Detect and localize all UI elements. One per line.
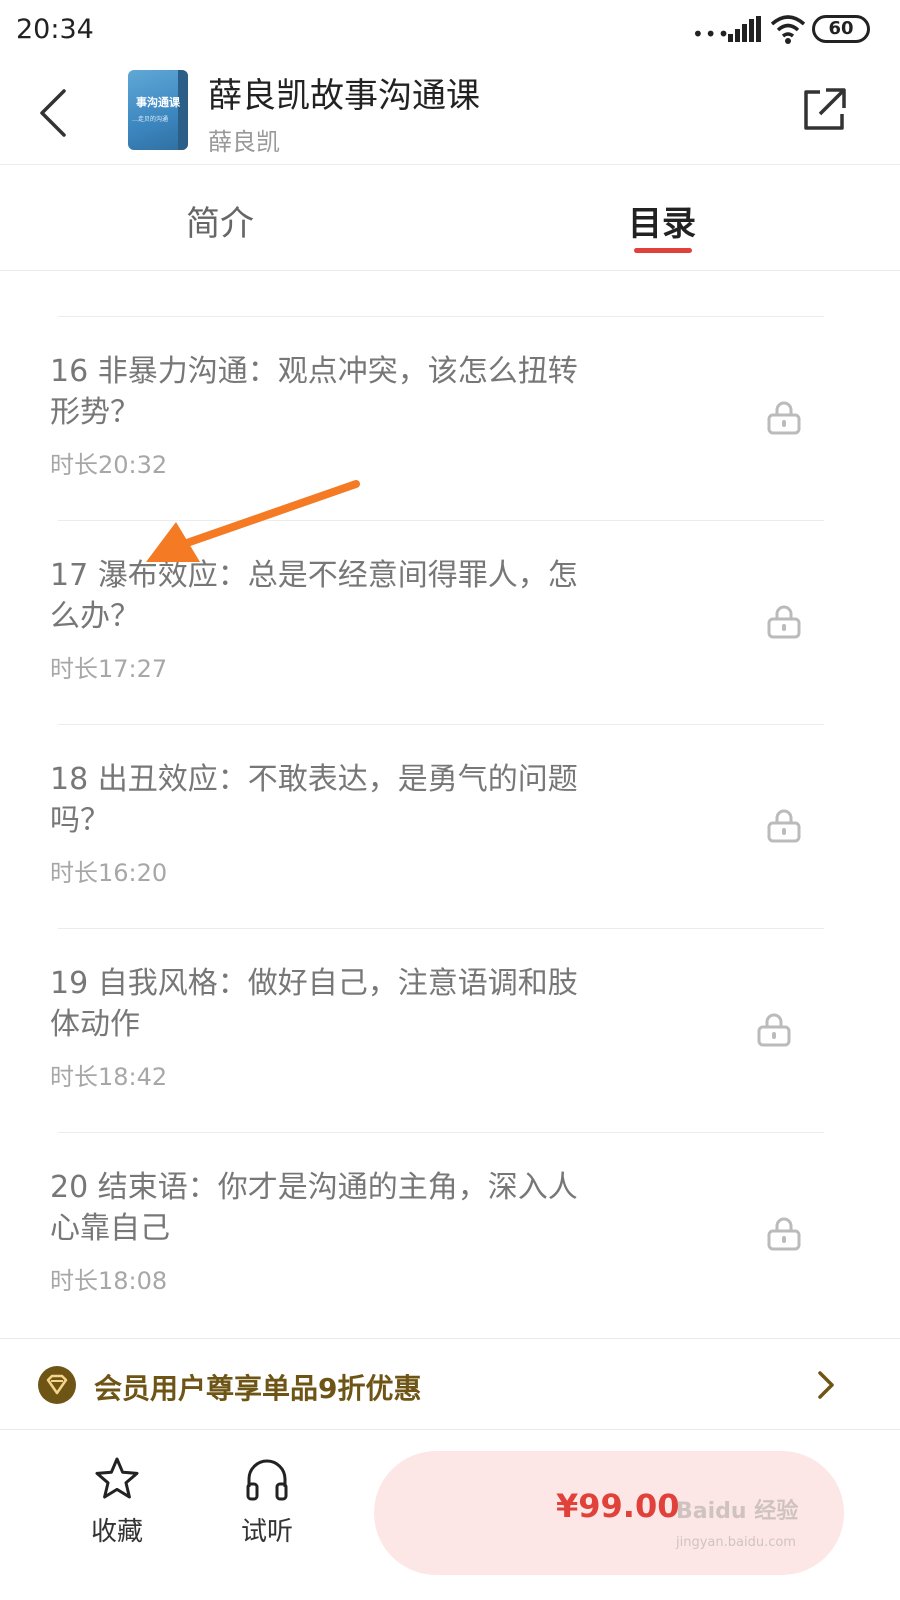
course-title: 薛良凯故事沟通课 [208,76,480,116]
annotation-arrow-icon [146,480,360,562]
episode-title: 20 结束语：你才是沟通的主角，深入人心靠自己 [50,1170,578,1246]
trial-listen-label: 试听 [240,1517,293,1547]
star-icon [95,1457,139,1499]
cover-spine [178,70,188,150]
tab-bar: 简介 目录 [0,166,900,271]
watermark-url: jingyan.baidu.com [676,1535,796,1550]
vip-badge-icon [38,1366,76,1404]
lock-icon [767,605,801,639]
watermark: Baidu 经验 [676,1499,799,1524]
chevron-right-icon [818,1371,834,1399]
active-tab-indicator [634,248,692,253]
back-arrow-icon [40,89,66,137]
lock-icon [767,809,801,843]
cover-subtitle: …走贝的沟通 [132,116,169,123]
episode-item-17[interactable]: 17 瀑布效应：总是不经意间得罪人，怎么办？ 时长17:27 [0,521,900,725]
lock-icon [767,1217,801,1251]
notification-dots: ••• [692,22,731,46]
bottom-action-bar: 收藏 试听 ¥99.00 Baidu 经验 jingyan.baidu.com [0,1431,900,1600]
episode-duration: 时长16:20 [50,859,168,887]
episode-item-16[interactable]: 16 非暴力沟通：观点冲突，该怎么扭转形势？ 时长20:32 [0,317,900,521]
signal-icon [728,16,761,42]
back-button[interactable] [28,78,78,148]
member-discount-text: 会员用户尊享单品9折优惠 [94,1372,422,1405]
member-discount-bar[interactable]: 会员用户尊享单品9折优惠 [0,1338,900,1430]
favorite-label: 收藏 [90,1517,143,1547]
episode-duration: 时长18:08 [50,1267,168,1295]
share-icon[interactable] [800,86,848,134]
episode-title: 19 自我风格：做好自己，注意语调和肢体动作 [50,966,578,1042]
episode-duration: 时长18:42 [50,1063,168,1091]
lock-icon [767,401,801,435]
episode-title: 18 出丑效应：不敢表达，是勇气的问题吗？ [50,762,578,838]
favorite-button[interactable]: 收藏 [72,1455,162,1565]
episode-item-19[interactable]: 19 自我风格：做好自己，注意语调和肢体动作 时长18:42 [0,929,900,1133]
episode-title: 16 非暴力沟通：观点冲突，该怎么扭转形势？ [50,354,578,430]
status-time: 20:34 [16,14,94,45]
course-author[interactable]: 薛良凯 [208,122,280,157]
wifi-icon [770,15,806,44]
episode-list[interactable]: 16 非暴力沟通：观点冲突，该怎么扭转形势？ 时长20:32 17 瀑布效应：总… [0,272,900,1340]
status-bar: 20:34 ••• 60 [0,0,900,60]
lock-icon [757,1013,791,1047]
trial-listen-button[interactable]: 试听 [222,1455,312,1565]
course-header: 事沟通课 …走贝的沟通 薛良凯故事沟通课 薛良凯 [0,60,900,165]
episode-item-18[interactable]: 18 出丑效应：不敢表达，是勇气的问题吗？ 时长16:20 [0,725,900,929]
headphones-icon [246,1459,288,1501]
tab-catalog[interactable]: 目录 [628,196,696,245]
course-cover[interactable]: 事沟通课 …走贝的沟通 [128,70,188,150]
price-label: ¥99.00 [556,1487,680,1525]
cover-title: 事沟通课 [136,96,180,109]
episode-duration: 时长20:32 [50,451,168,479]
tab-intro[interactable]: 简介 [186,196,254,245]
episode-item-20[interactable]: 20 结束语：你才是沟通的主角，深入人心靠自己 时长18:08 [0,1133,900,1337]
battery-icon: 60 [812,15,870,43]
episode-duration: 时长17:27 [50,655,168,683]
